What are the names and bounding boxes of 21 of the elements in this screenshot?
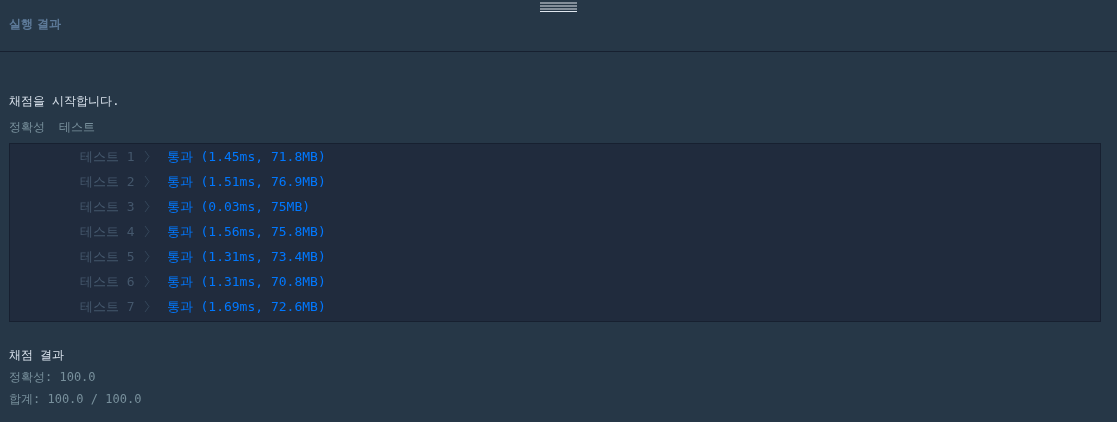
chevron-icon <box>143 150 150 163</box>
test-result: 통과 (1.45ms, 71.8MB) <box>166 147 326 166</box>
summary-title: 채점 결과 <box>9 347 66 364</box>
section-label: 정확성 테스트 <box>9 119 97 136</box>
test-result: 통과 (0.03ms, 75MB) <box>166 197 311 216</box>
chevron-icon <box>143 250 150 263</box>
chevron-icon <box>143 300 150 313</box>
drag-handle-icon[interactable] <box>540 2 577 12</box>
start-message: 채점을 시작합니다. <box>9 93 121 110</box>
test-result: 통과 (1.31ms, 70.8MB) <box>166 272 326 291</box>
summary-line: 정확성: 100.0 <box>9 369 97 386</box>
summary-line: 합계: 100.0 / 100.0 <box>9 391 143 408</box>
test-result: 통과 (1.51ms, 76.9MB) <box>166 172 326 191</box>
test-result: 통과 (1.56ms, 75.8MB) <box>166 222 326 241</box>
panel-title: 실행 결과 <box>8 16 63 33</box>
test-result: 통과 (1.31ms, 73.4MB) <box>166 247 326 266</box>
chevron-icon <box>143 275 150 288</box>
chevron-icon <box>143 175 150 188</box>
chevron-icon <box>143 200 150 213</box>
chevron-icon <box>143 225 150 238</box>
test-result: 통과 (1.69ms, 72.6MB) <box>166 297 326 316</box>
